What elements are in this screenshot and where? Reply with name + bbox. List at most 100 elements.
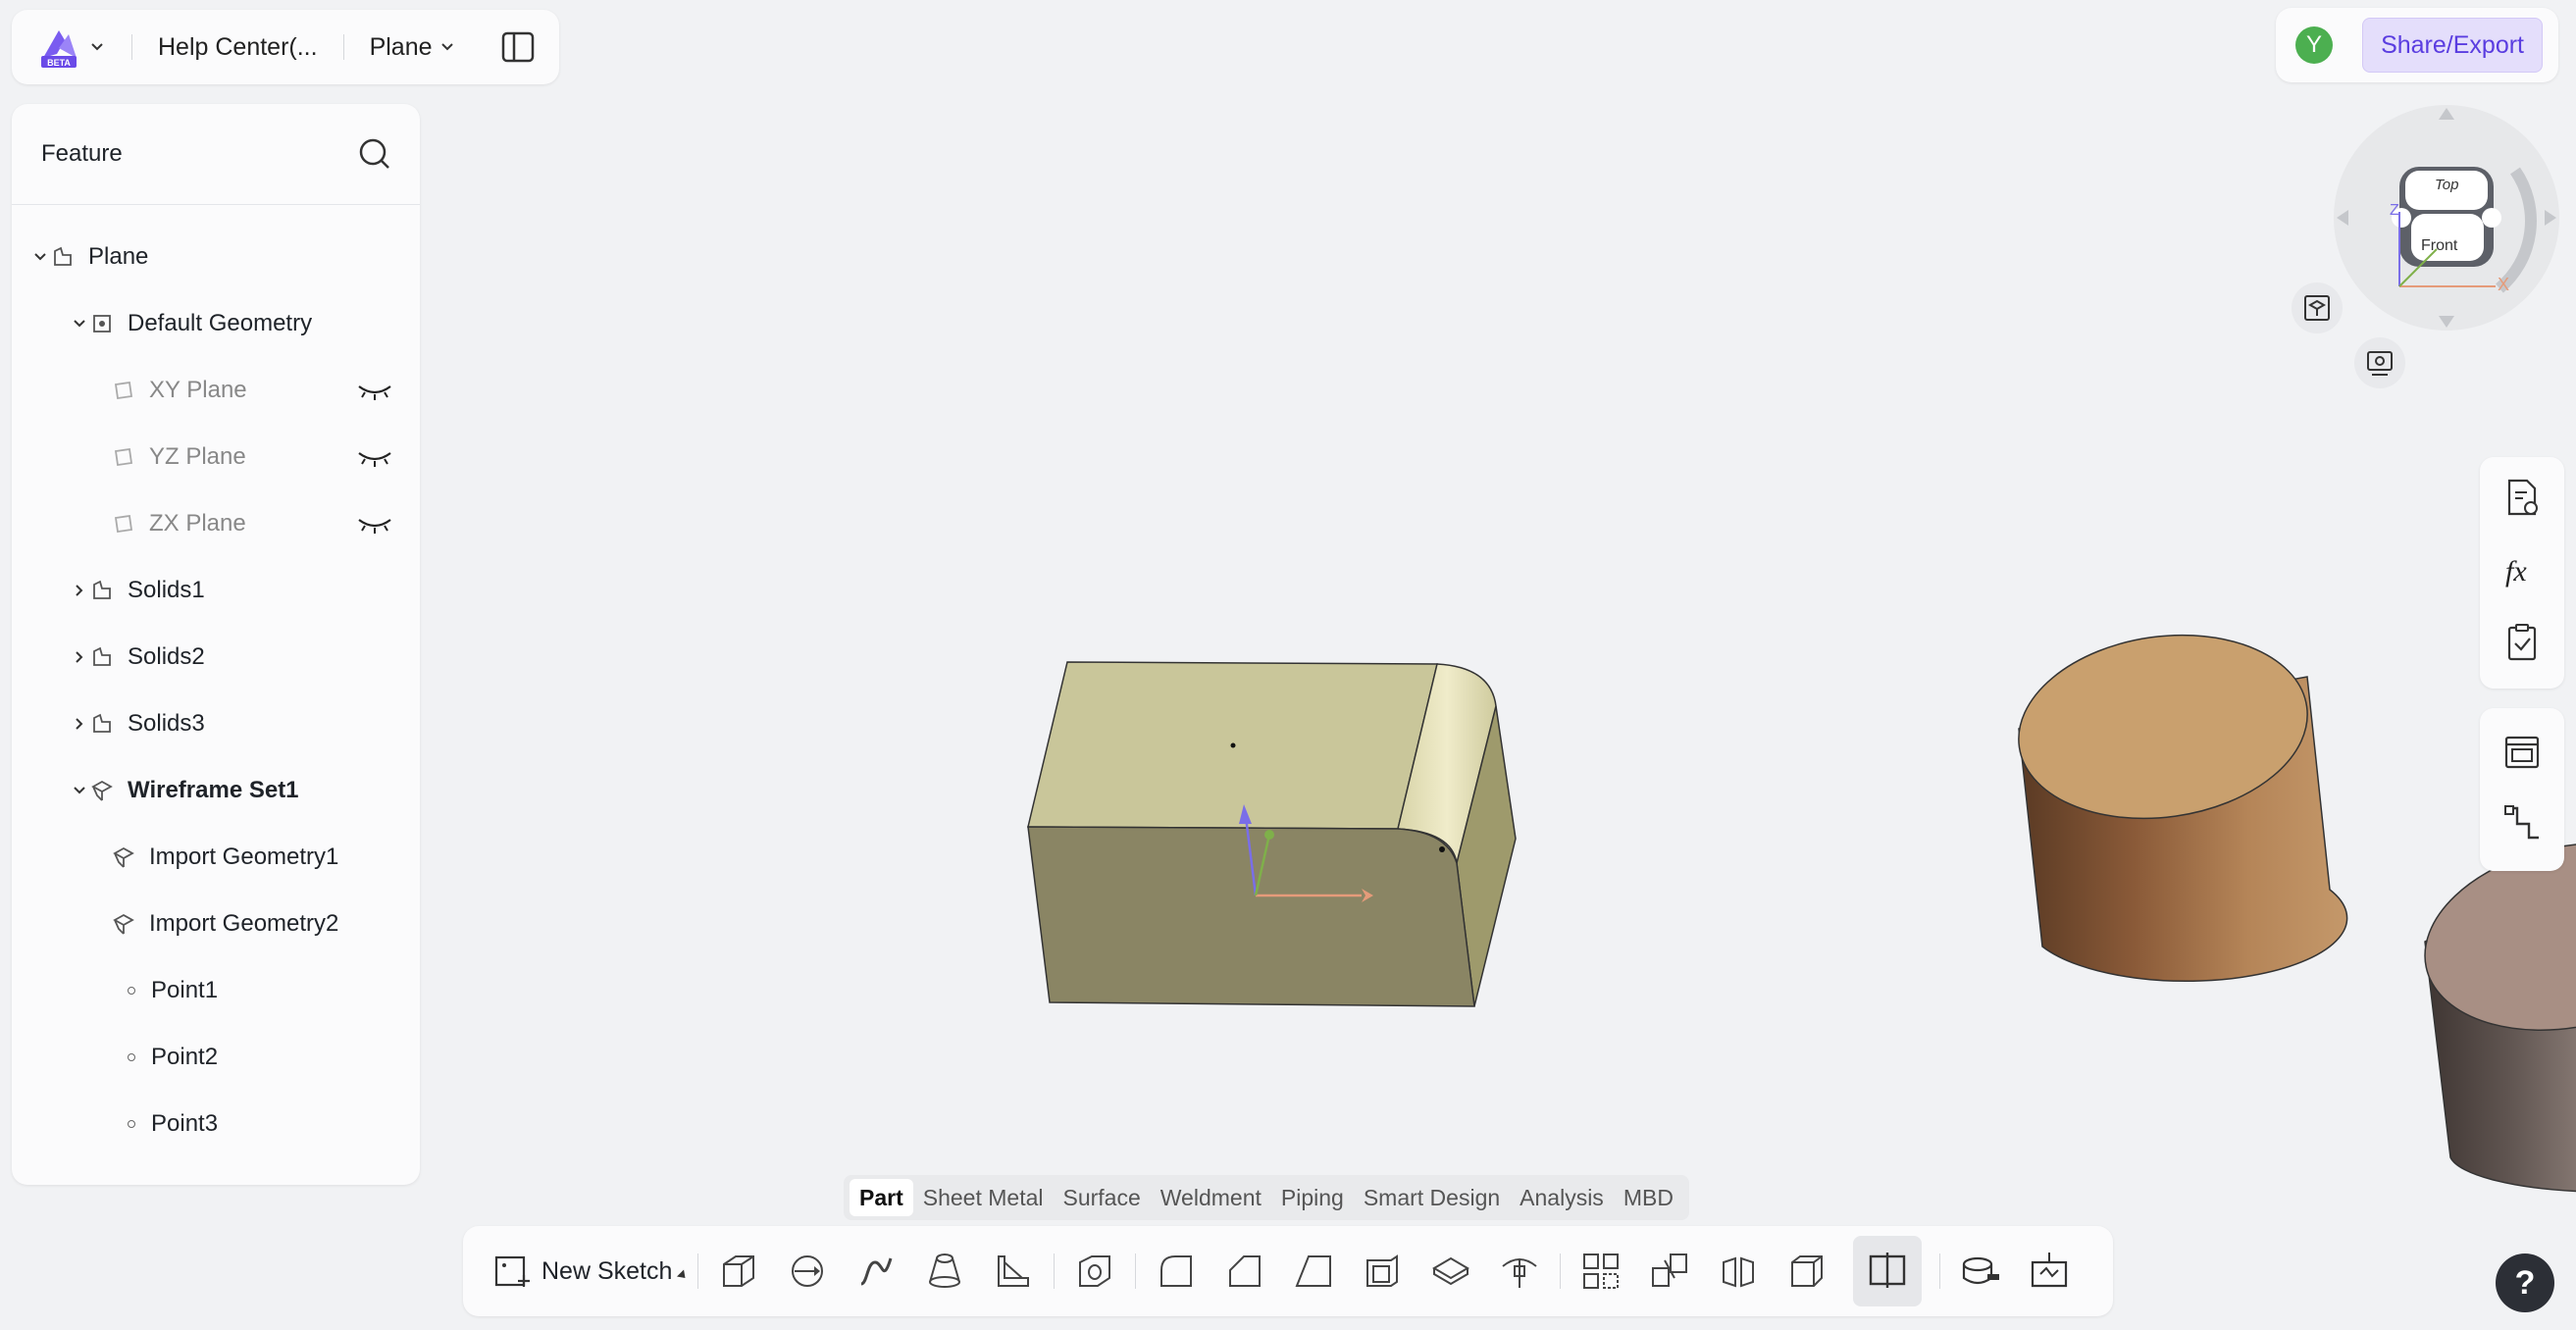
tree-item-solids2[interactable]: Solids2 <box>71 638 205 677</box>
draft-icon[interactable] <box>1291 1249 1336 1294</box>
chevron-right-icon[interactable] <box>71 715 88 733</box>
box-solid[interactable] <box>1027 661 1517 1007</box>
breadcrumb[interactable]: Help Center(... <box>158 33 318 62</box>
tab-piping[interactable]: Piping <box>1271 1179 1354 1216</box>
thicken-icon[interactable] <box>1428 1249 1473 1294</box>
import-geometry-icon <box>113 913 134 935</box>
new-sketch-button[interactable]: New Sketch <box>492 1252 690 1291</box>
tree-item-label: Solids3 <box>128 710 205 737</box>
tree-item-plane[interactable]: Plane <box>31 237 148 277</box>
point-icon <box>128 987 135 995</box>
chamfer-icon[interactable] <box>1222 1249 1267 1294</box>
tree-item-label: Point2 <box>151 1044 219 1070</box>
chevron-right-icon[interactable] <box>71 648 88 666</box>
fit-view-button[interactable] <box>2292 282 2343 333</box>
sweep-icon[interactable] <box>853 1249 899 1294</box>
viewcube-top-label[interactable]: Top <box>2435 177 2458 193</box>
search-icon[interactable] <box>357 136 392 172</box>
cylinder-solid-2[interactable] <box>2407 818 2576 1193</box>
tree-item-solids1[interactable]: Solids1 <box>71 571 205 610</box>
chevron-down-icon[interactable] <box>71 315 88 332</box>
tree-item-label: Solids2 <box>128 643 205 670</box>
plane-icon <box>114 447 133 467</box>
tree-item-default-geometry[interactable]: Default Geometry <box>71 304 312 343</box>
tab-surface[interactable]: Surface <box>1054 1179 1151 1216</box>
tree-item-label: YZ Plane <box>149 443 246 470</box>
hidden-eye-icon[interactable] <box>357 447 392 469</box>
document-name[interactable]: Plane <box>370 33 433 62</box>
tree-item-solids3[interactable]: Solids3 <box>71 704 205 743</box>
boolean-icon[interactable] <box>1784 1249 1829 1294</box>
tree-item-label: Plane <box>88 243 149 270</box>
tab-analysis[interactable]: Analysis <box>1510 1179 1614 1216</box>
hidden-eye-icon[interactable] <box>357 381 392 402</box>
panel-toggle-icon[interactable] <box>500 29 536 65</box>
part-icon <box>54 246 72 266</box>
routing-icon[interactable] <box>2501 802 2543 844</box>
feature-panel: Feature Plane Default Geometry XY Plane … <box>12 104 420 1185</box>
chevron-down-icon[interactable] <box>438 38 456 56</box>
tree-item-label: Wireframe Set1 <box>128 777 299 803</box>
extrude-icon[interactable] <box>716 1249 761 1294</box>
checklist-icon[interactable] <box>2501 622 2543 663</box>
help-button[interactable]: ? <box>2496 1253 2554 1312</box>
chevron-down-icon[interactable] <box>71 782 88 799</box>
solid-body-icon <box>93 646 111 666</box>
shell-icon[interactable] <box>1360 1249 1405 1294</box>
tree-item-xy-plane[interactable]: XY Plane <box>110 371 247 410</box>
template-icon[interactable] <box>2501 732 2543 773</box>
chevron-down-icon[interactable] <box>31 248 49 266</box>
pattern-icon[interactable] <box>1578 1249 1623 1294</box>
svg-text:BETA: BETA <box>47 58 71 68</box>
loft-icon[interactable] <box>922 1249 967 1294</box>
split-icon[interactable] <box>1497 1249 1542 1294</box>
cylinder-solid[interactable] <box>2007 617 2348 983</box>
tree-item-point2[interactable]: Point2 <box>120 1038 218 1077</box>
tab-mbd[interactable]: MBD <box>1614 1179 1683 1216</box>
tree-item-label: Import Geometry1 <box>149 844 339 870</box>
mirror-icon[interactable] <box>1716 1249 1761 1294</box>
measure-icon[interactable] <box>1958 1249 2003 1294</box>
hidden-eye-icon[interactable] <box>357 514 392 536</box>
tab-weldment[interactable]: Weldment <box>1151 1179 1271 1216</box>
section-view-icon[interactable] <box>2027 1249 2072 1294</box>
display-mode-icon <box>2367 351 2393 376</box>
tree-item-point1[interactable]: Point1 <box>120 971 218 1010</box>
tree-item-label: Import Geometry2 <box>149 910 339 937</box>
tree-item-point3[interactable]: Point3 <box>120 1104 218 1144</box>
rib-icon[interactable] <box>991 1249 1036 1294</box>
geometry-set-icon <box>93 315 111 332</box>
divider <box>342 34 344 60</box>
mode-tabs: Part Sheet Metal Surface Weldment Piping… <box>844 1175 1689 1220</box>
point-icon <box>128 1120 135 1128</box>
divider <box>1939 1253 1941 1289</box>
tree-item-zx-plane[interactable]: ZX Plane <box>110 504 246 543</box>
app-logo-icon[interactable]: BETA <box>37 25 82 70</box>
transform-icon[interactable] <box>1647 1249 1692 1294</box>
reference-plane-button[interactable] <box>1853 1236 1923 1306</box>
tree-item-yz-plane[interactable]: YZ Plane <box>110 437 246 477</box>
chevron-down-icon[interactable] <box>88 38 106 56</box>
tree-item-import-geometry2[interactable]: Import Geometry2 <box>110 904 338 944</box>
tree-item-import-geometry1[interactable]: Import Geometry1 <box>110 838 338 877</box>
formula-icon[interactable]: fx <box>2501 549 2543 590</box>
tab-smart-design[interactable]: Smart Design <box>1354 1179 1510 1216</box>
revolve-icon[interactable] <box>785 1249 830 1294</box>
tree-item-wireframe-set1[interactable]: Wireframe Set1 <box>71 771 299 810</box>
bottom-toolbar: New Sketch <box>463 1226 2113 1316</box>
tab-sheet-metal[interactable]: Sheet Metal <box>913 1179 1054 1216</box>
share-export-button[interactable]: Share/Export <box>2362 18 2543 73</box>
viewcube-front-label[interactable]: Front <box>2421 237 2457 255</box>
tab-part[interactable]: Part <box>850 1179 913 1216</box>
chevron-right-icon[interactable] <box>71 582 88 599</box>
divider <box>697 1253 699 1289</box>
view-cube[interactable]: Top Front X Z <box>2331 102 2562 333</box>
new-sketch-icon <box>494 1255 530 1287</box>
avatar[interactable]: Y <box>2295 26 2333 64</box>
document-settings-icon[interactable] <box>2501 477 2543 518</box>
fillet-icon[interactable] <box>1154 1249 1199 1294</box>
divider <box>131 34 132 60</box>
reference-plane-icon <box>1870 1253 1906 1288</box>
hole-icon[interactable] <box>1072 1249 1117 1294</box>
display-mode-button[interactable] <box>2354 337 2405 388</box>
